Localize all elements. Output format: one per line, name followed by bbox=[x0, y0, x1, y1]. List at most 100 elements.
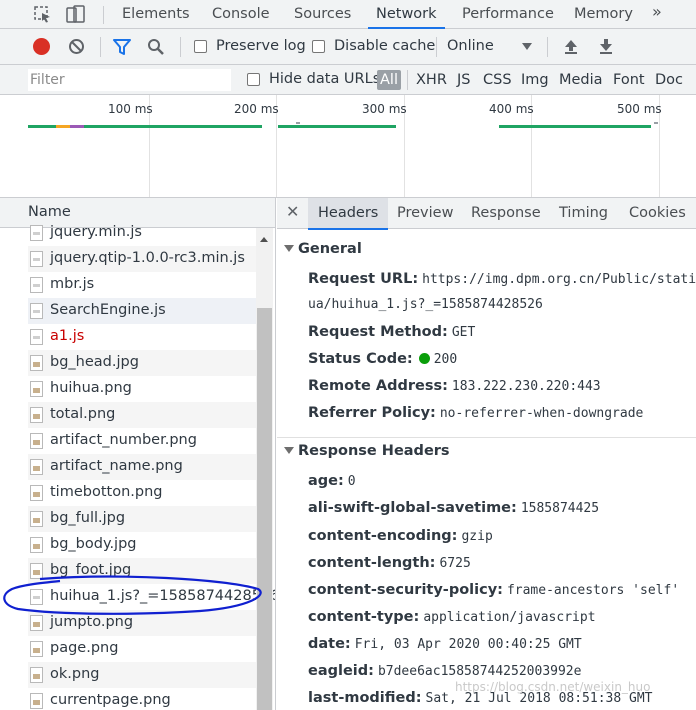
response-headers-section-header[interactable]: Response Headers bbox=[284, 443, 450, 459]
header-key: Request URL: bbox=[308, 271, 419, 287]
image-file-icon bbox=[30, 381, 43, 397]
image-file-icon bbox=[30, 641, 43, 657]
tab-elements[interactable]: Elements bbox=[114, 0, 198, 28]
throttle-select[interactable]: Online bbox=[447, 38, 494, 54]
clear-icon[interactable] bbox=[68, 38, 85, 59]
script-file-icon bbox=[30, 251, 43, 267]
request-row[interactable]: huihua_1.js?_=1585874428526 bbox=[28, 584, 275, 610]
filter-input[interactable] bbox=[28, 69, 231, 91]
request-row[interactable]: timebotton.png bbox=[28, 480, 256, 506]
timeline-bar bbox=[296, 122, 300, 124]
tab-response[interactable]: Response bbox=[461, 198, 551, 229]
tab-preview[interactable]: Preview bbox=[387, 198, 463, 229]
request-name: artifact_name.png bbox=[50, 458, 183, 474]
tick-label: 300 ms bbox=[362, 102, 407, 116]
tab-console[interactable]: Console bbox=[204, 0, 278, 28]
request-row[interactable]: jquery.qtip-1.0.0-rc3.min.js bbox=[28, 246, 256, 272]
image-file-icon bbox=[30, 433, 43, 449]
header-key: content-type: bbox=[308, 609, 420, 625]
status-ok-icon bbox=[418, 353, 430, 364]
scroll-up-arrow-icon[interactable] bbox=[260, 237, 268, 242]
filter-type-css[interactable]: CSS bbox=[480, 70, 515, 90]
header-value: application/javascript bbox=[423, 610, 596, 625]
more-tabs-icon[interactable]: » bbox=[652, 2, 662, 21]
tab-cookies[interactable]: Cookies bbox=[619, 198, 696, 229]
hide-data-urls-checkbox[interactable] bbox=[247, 73, 260, 86]
request-name: bg_full.jpg bbox=[50, 510, 126, 526]
tab-memory[interactable]: Memory bbox=[566, 0, 641, 28]
request-row[interactable]: bg_body.jpg bbox=[28, 532, 256, 558]
request-row[interactable]: mbr.js bbox=[28, 272, 256, 298]
filter-type-all[interactable]: All bbox=[377, 70, 401, 90]
header-value: b7dee6ac15858744252003992e bbox=[377, 664, 582, 679]
close-details-icon[interactable]: ✕ bbox=[286, 202, 299, 221]
request-row[interactable]: jumpto.png bbox=[28, 610, 256, 636]
request-row[interactable]: currentpage.png bbox=[28, 688, 256, 710]
script-file-icon bbox=[30, 329, 43, 345]
preserve-log-checkbox[interactable] bbox=[194, 40, 207, 53]
tick-label: 400 ms bbox=[489, 102, 534, 116]
details-tab-bar: ✕ Headers Preview Response Timing Cookie… bbox=[277, 198, 696, 230]
request-row[interactable]: bg_head.jpg bbox=[28, 350, 256, 376]
request-name: total.png bbox=[50, 406, 116, 422]
tab-network[interactable]: Network bbox=[368, 0, 445, 29]
general-section-header[interactable]: General bbox=[284, 241, 362, 257]
toolbar-separator bbox=[436, 37, 437, 57]
record-icon[interactable] bbox=[33, 38, 50, 55]
tab-sources[interactable]: Sources bbox=[286, 0, 359, 28]
hide-data-urls-label: Hide data URLs bbox=[269, 71, 381, 87]
response-header-row: ali-swift-global-savetime: 1585874425 bbox=[308, 500, 599, 516]
tab-timing[interactable]: Timing bbox=[549, 198, 618, 229]
request-name: jquery.qtip-1.0.0-rc3.min.js bbox=[50, 250, 245, 266]
image-file-icon bbox=[30, 537, 43, 553]
header-key: age: bbox=[308, 473, 344, 489]
search-icon[interactable] bbox=[147, 38, 165, 60]
tab-performance[interactable]: Performance bbox=[454, 0, 562, 28]
request-row[interactable]: ok.png bbox=[28, 662, 256, 688]
inspect-element-icon[interactable] bbox=[33, 5, 53, 23]
request-row[interactable]: huihua.png bbox=[28, 376, 256, 402]
request-method-row: Request Method: GET bbox=[308, 324, 475, 340]
export-har-icon[interactable] bbox=[598, 38, 614, 59]
request-row[interactable]: page.png bbox=[28, 636, 256, 662]
filter-icon[interactable] bbox=[112, 38, 132, 60]
referrer-policy-row: Referrer Policy: no-referrer-when-downgra… bbox=[308, 405, 643, 421]
timeline-overview[interactable]: 100 ms 200 ms 300 ms 400 ms 500 ms bbox=[0, 95, 696, 198]
script-file-icon bbox=[30, 225, 43, 241]
filter-type-xhr[interactable]: XHR bbox=[413, 70, 450, 90]
import-har-icon[interactable] bbox=[563, 38, 579, 59]
disable-cache-checkbox[interactable] bbox=[312, 40, 325, 53]
timeline-bar bbox=[499, 125, 651, 128]
image-file-icon bbox=[30, 667, 43, 683]
header-value: gzip bbox=[461, 529, 493, 544]
filter-type-doc[interactable]: Doc bbox=[652, 70, 686, 90]
header-key: date: bbox=[308, 636, 351, 652]
throttle-dropdown-icon[interactable] bbox=[522, 43, 532, 50]
scroll-thumb[interactable] bbox=[257, 308, 272, 710]
request-list-scrollbar[interactable] bbox=[256, 228, 273, 710]
request-row[interactable]: bg_full.jpg bbox=[28, 506, 256, 532]
filter-type-media[interactable]: Media bbox=[556, 70, 606, 90]
tab-headers[interactable]: Headers bbox=[308, 198, 389, 230]
filter-type-img[interactable]: Img bbox=[518, 70, 552, 90]
request-row[interactable]: jquery.min.js bbox=[28, 220, 256, 246]
filter-type-font[interactable]: Font bbox=[610, 70, 648, 90]
request-row[interactable]: artifact_name.png bbox=[28, 454, 256, 480]
timeline-bar bbox=[84, 125, 262, 128]
section-title: Response Headers bbox=[298, 443, 450, 459]
request-row[interactable]: total.png bbox=[28, 402, 256, 428]
header-value: 183.222.230.220:443 bbox=[451, 379, 601, 394]
request-row[interactable]: artifact_number.png bbox=[28, 428, 256, 454]
watermark: https://blog.csdn.net/weixin_huo bbox=[455, 680, 651, 694]
request-name: jquery.min.js bbox=[50, 224, 142, 240]
devtools-tab-bar: Elements Console Sources Network Perform… bbox=[0, 0, 696, 29]
request-row[interactable]: SearchEngine.js bbox=[28, 298, 256, 324]
response-header-row: date: Fri, 03 Apr 2020 00:40:25 GMT bbox=[308, 636, 582, 652]
request-row[interactable]: a1.js bbox=[28, 324, 256, 350]
image-file-icon bbox=[30, 459, 43, 475]
filter-type-js[interactable]: JS bbox=[454, 70, 473, 90]
request-name: ok.png bbox=[50, 666, 100, 682]
request-row[interactable]: bg_foot.jpg bbox=[28, 558, 256, 584]
request-name: bg_head.jpg bbox=[50, 354, 139, 370]
device-toolbar-icon[interactable] bbox=[66, 5, 86, 23]
